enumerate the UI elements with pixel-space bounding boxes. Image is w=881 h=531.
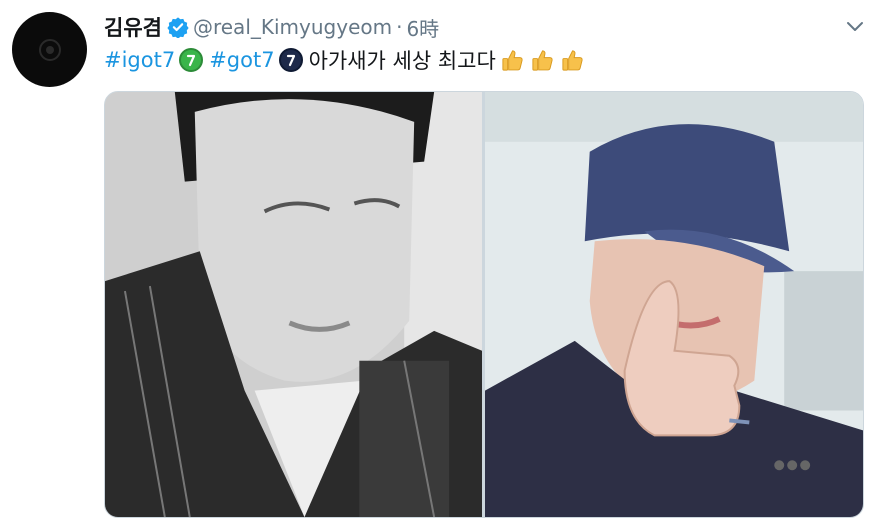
display-name[interactable]: 김유겸 xyxy=(104,12,162,42)
tweet-body: 아가새가 세상 최고다 xyxy=(308,49,496,73)
separator-dot: · xyxy=(396,15,403,39)
cap-thumbs-up-selfie-image xyxy=(485,92,863,517)
user-handle[interactable]: @real_Kimyugyeom xyxy=(193,15,392,39)
got7-navy-emoji-icon xyxy=(278,48,303,72)
thumbs-up-icon xyxy=(562,49,583,71)
thumbs-up-icon xyxy=(502,49,523,71)
avatar[interactable] xyxy=(12,12,87,87)
tweet-text: #igot7 #got7 아가새가 세상 최고다 xyxy=(104,44,590,76)
hashtag-got7[interactable]: #got7 xyxy=(209,48,274,72)
tweet-timestamp[interactable]: 6時 xyxy=(406,13,439,42)
got7-logo-icon xyxy=(38,38,61,61)
verified-badge-icon xyxy=(167,17,189,38)
tweet-header: 김유겸 @real_Kimyugyeom · 6時 xyxy=(104,12,439,42)
chevron-down-icon[interactable] xyxy=(844,18,866,36)
hashtag-igot7[interactable]: #igot7 xyxy=(104,48,175,72)
got7-green-emoji-icon xyxy=(179,48,204,72)
photo-left[interactable] xyxy=(105,92,482,517)
photo-right[interactable] xyxy=(485,92,863,517)
media-grid xyxy=(104,91,864,518)
thumbs-up-emojis xyxy=(500,47,590,74)
grayscale-selfie-image xyxy=(105,92,482,517)
thumbs-up-icon xyxy=(532,49,553,71)
